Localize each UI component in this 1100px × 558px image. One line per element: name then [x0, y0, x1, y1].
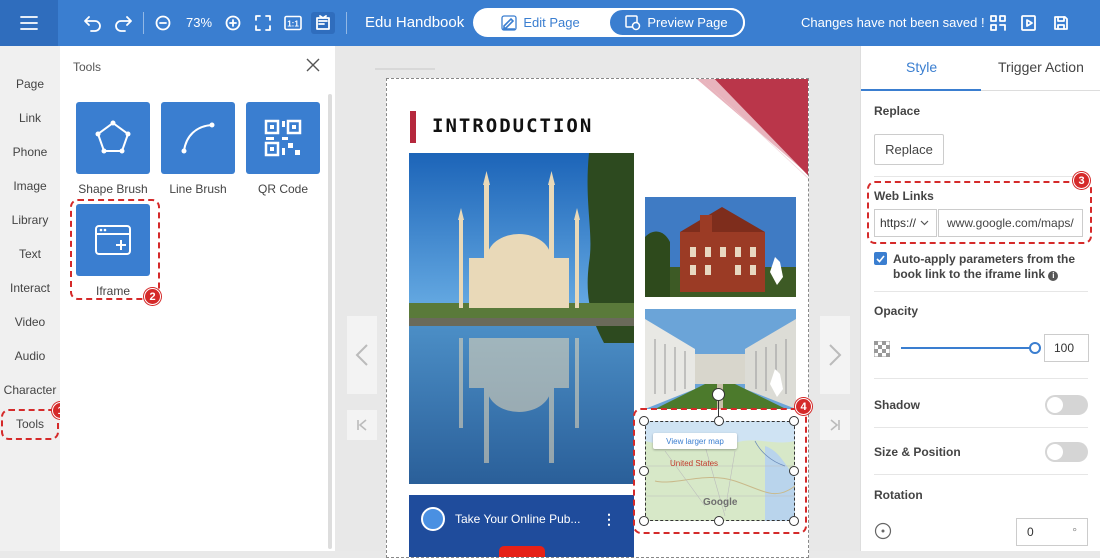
- next-page-arrow[interactable]: [820, 316, 850, 394]
- sidebar-item-link[interactable]: Link: [0, 111, 60, 125]
- page-heading: INTRODUCTION: [432, 115, 594, 137]
- redo-icon[interactable]: [112, 12, 134, 34]
- campus-building-photo[interactable]: [645, 197, 796, 297]
- rotation-label: Rotation: [874, 488, 923, 502]
- rotation-input[interactable]: 0 °: [1016, 518, 1088, 546]
- tools-scrollbar[interactable]: [328, 94, 332, 549]
- sidebar-item-text[interactable]: Text: [0, 247, 60, 261]
- replace-section-label: Replace: [874, 104, 921, 118]
- opacity-slider-thumb[interactable]: [1029, 342, 1041, 354]
- shadow-toggle[interactable]: [1045, 395, 1088, 415]
- shape-brush-tile[interactable]: [76, 102, 150, 174]
- left-sidebar: Page Link Phone Image Library Text Inter…: [0, 46, 60, 551]
- close-icon[interactable]: [305, 57, 321, 76]
- sidebar-item-audio[interactable]: Audio: [0, 349, 60, 363]
- zoom-in-icon[interactable]: [223, 12, 243, 34]
- opacity-input[interactable]: 100: [1044, 334, 1089, 362]
- mosque-photo[interactable]: [409, 153, 634, 484]
- step-badge-3: 3: [1073, 172, 1090, 189]
- rotation-unit: °: [1072, 525, 1077, 539]
- sidebar-item-video[interactable]: Video: [0, 315, 60, 329]
- step-badge-4: 4: [795, 398, 812, 415]
- edit-page-button[interactable]: Edit Page: [473, 8, 608, 37]
- book-title: Edu Handbook: [365, 14, 465, 31]
- highlight-tools: [1, 409, 59, 440]
- tab-trigger-action[interactable]: Trigger Action: [998, 59, 1084, 75]
- edit-icon: [501, 14, 517, 31]
- qr-code-tile[interactable]: [246, 102, 320, 174]
- rotation-value: 0: [1027, 525, 1034, 539]
- menu-icon[interactable]: [0, 0, 58, 46]
- shape-brush-label: Shape Brush: [78, 182, 148, 196]
- play-button[interactable]: [499, 546, 545, 557]
- channel-avatar: [421, 507, 445, 531]
- properties-panel: Style Trigger Action Replace Replace Web…: [860, 46, 1100, 551]
- last-page-button[interactable]: [820, 410, 850, 440]
- thumbnail-icon[interactable]: [311, 12, 335, 34]
- settings-icon[interactable]: [988, 12, 1008, 34]
- tools-title: Tools: [73, 60, 102, 74]
- opacity-label: Opacity: [874, 304, 919, 318]
- sidebar-item-character[interactable]: Character: [0, 383, 60, 397]
- unsaved-notice: Changes have not been saved !: [801, 15, 985, 30]
- step-badge-2: 2: [144, 288, 161, 305]
- sidebar-item-library[interactable]: Library: [0, 213, 60, 227]
- fullscreen-icon[interactable]: [253, 12, 273, 34]
- sidebar-item-interact[interactable]: Interact: [0, 281, 60, 295]
- opacity-checker-icon: [874, 341, 890, 357]
- video-more-icon[interactable]: ⋮: [602, 511, 616, 528]
- sidebar-item-page[interactable]: Page: [0, 77, 60, 91]
- replace-button[interactable]: Replace: [874, 134, 944, 165]
- info-icon[interactable]: i: [1048, 271, 1059, 281]
- svg-text:1:1: 1:1: [287, 20, 299, 29]
- line-brush-label: Line Brush: [169, 182, 227, 196]
- size-position-toggle[interactable]: [1045, 442, 1088, 462]
- top-toolbar: 73% 1:1 Edu Handbook Edit Page Preview P…: [0, 0, 1100, 46]
- highlight-web-links: [867, 181, 1092, 244]
- curve-icon: [181, 122, 215, 154]
- preview-page-button[interactable]: Preview Page: [608, 8, 745, 37]
- undo-icon[interactable]: [82, 12, 104, 34]
- qr-code-label: QR Code: [257, 182, 309, 196]
- heading-accent: [410, 111, 416, 143]
- shadow-label: Shadow: [874, 398, 921, 412]
- edit-page-label: Edit Page: [523, 15, 580, 30]
- corner-decoration: [696, 79, 808, 179]
- actual-size-icon[interactable]: 1:1: [283, 12, 303, 34]
- zoom-out-icon[interactable]: [153, 12, 173, 34]
- video-title: Take Your Online Pub...: [455, 512, 581, 526]
- auto-apply-checkbox[interactable]: [874, 252, 887, 265]
- opacity-slider[interactable]: [901, 347, 1035, 349]
- rotate-handle[interactable]: [712, 388, 725, 401]
- rotation-icon: [874, 522, 892, 540]
- size-position-label: Size & Position: [874, 445, 961, 459]
- save-icon[interactable]: [1051, 12, 1071, 34]
- tab-style[interactable]: Style: [906, 59, 937, 75]
- highlight-iframe: [70, 199, 160, 300]
- mode-toggle: Edit Page Preview Page: [473, 8, 745, 37]
- zoom-level: 73%: [186, 15, 213, 30]
- highlight-map: [633, 408, 807, 534]
- sidebar-item-phone[interactable]: Phone: [0, 145, 60, 159]
- qr-code-icon: [264, 119, 302, 157]
- line-brush-tile[interactable]: [161, 102, 235, 174]
- video-embed[interactable]: Take Your Online Pub... ⋮: [409, 495, 634, 557]
- first-page-button[interactable]: [347, 410, 377, 440]
- prev-page-arrow[interactable]: [347, 316, 377, 394]
- sidebar-item-image[interactable]: Image: [0, 179, 60, 193]
- preview-page-label: Preview Page: [647, 15, 728, 30]
- preview-icon: [625, 14, 641, 30]
- publish-icon[interactable]: [1019, 12, 1039, 34]
- auto-apply-label: Auto-apply parameters from the book link…: [893, 252, 1076, 281]
- pentagon-icon: [95, 120, 131, 154]
